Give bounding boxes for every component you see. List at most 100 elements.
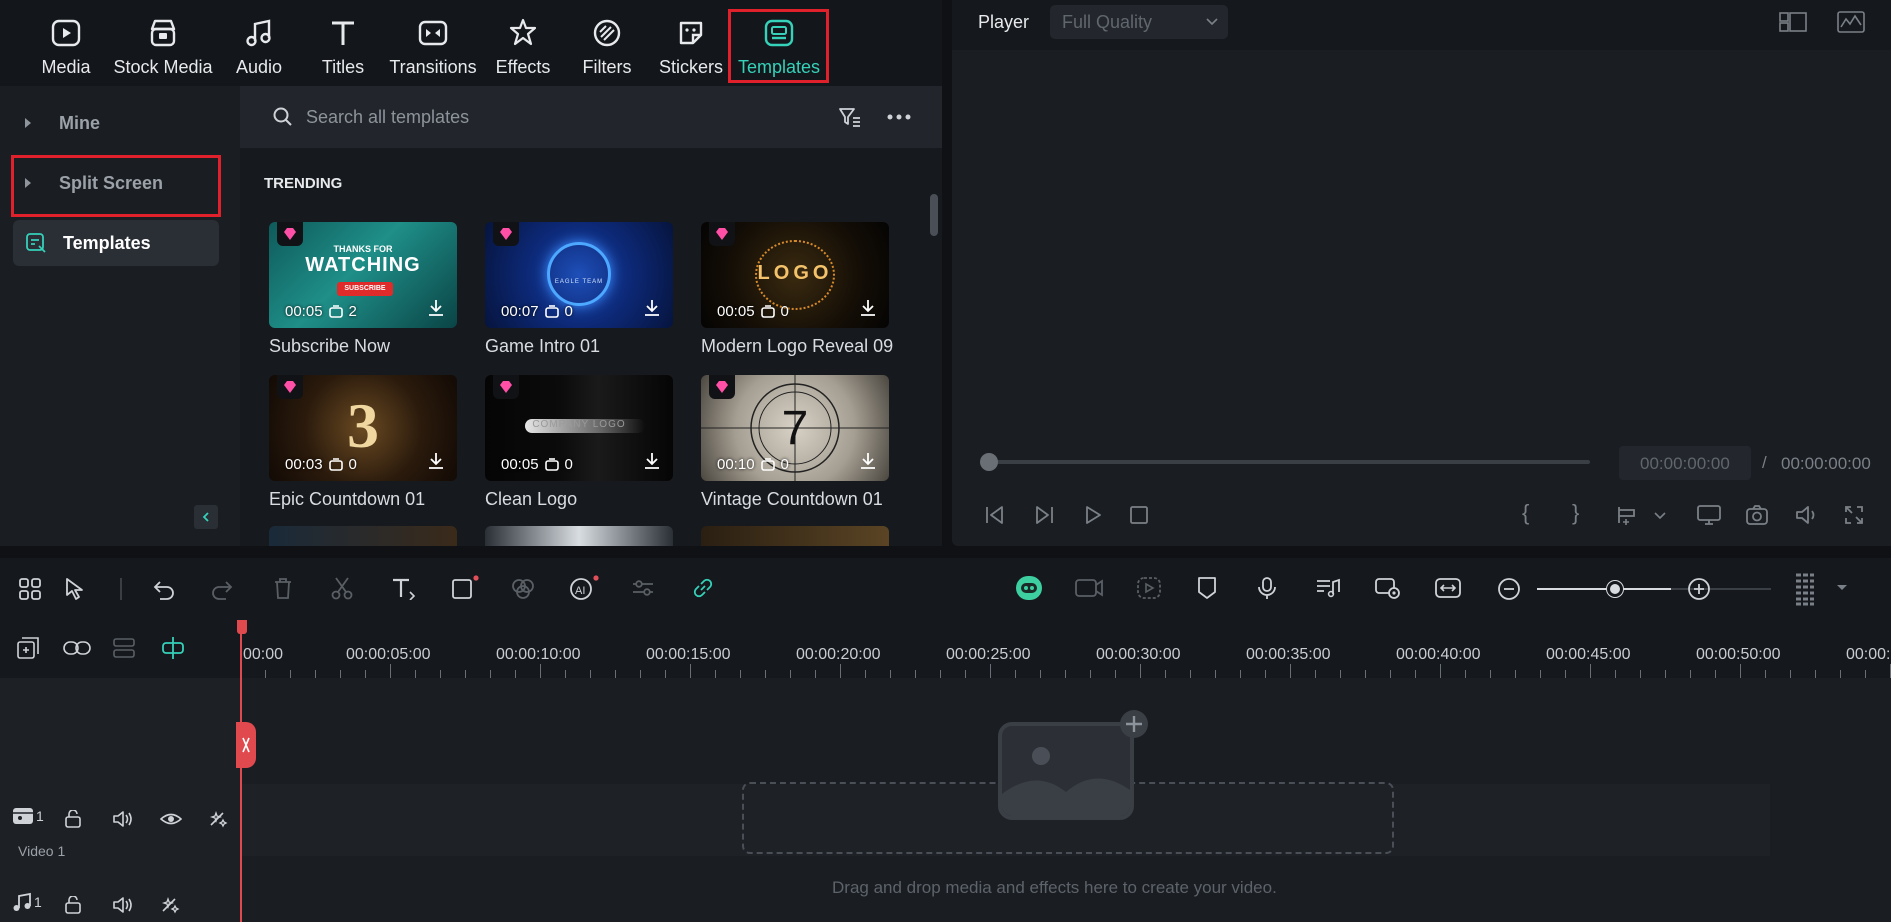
chevron-down-icon[interactable] (1836, 584, 1848, 592)
text-tool-icon[interactable] (390, 576, 418, 600)
tab-transitions[interactable]: Transitions (389, 0, 477, 86)
template-card-epic-countdown-01[interactable]: 3 00:03 0 Epic Countdown 01 (269, 375, 459, 510)
auto-reframe-icon[interactable] (1074, 576, 1104, 600)
redo-icon[interactable] (210, 578, 234, 600)
playhead-drag-handle[interactable] (236, 722, 256, 768)
motion-tracking-icon[interactable] (1136, 576, 1162, 600)
magnetic-snap-icon[interactable] (160, 636, 186, 660)
template-duration: 00:05 (285, 303, 323, 320)
sidebar-item-mine[interactable]: Mine (13, 100, 219, 146)
mark-in-icon[interactable]: { (1522, 500, 1529, 526)
download-icon[interactable] (643, 451, 661, 471)
track-height-icon[interactable] (1794, 572, 1816, 606)
fit-timeline-icon[interactable] (1434, 576, 1462, 600)
collapse-sidebar-button[interactable] (194, 505, 218, 529)
group-tracks-icon[interactable] (110, 636, 138, 660)
template-card-partial[interactable] (485, 526, 673, 546)
sidebar-item-split-screen[interactable]: Split Screen (13, 160, 219, 206)
zoom-slider-handle[interactable] (1607, 581, 1623, 597)
volume-icon[interactable] (1794, 504, 1820, 526)
search-input[interactable] (306, 104, 806, 130)
play-icon[interactable] (1082, 504, 1104, 526)
lock-track-icon[interactable] (64, 810, 82, 828)
zoom-slider-track[interactable] (1671, 588, 1771, 590)
template-card-game-intro-01[interactable]: EAGLE TEAM 00:07 0 Game Intro 01 (485, 222, 675, 357)
ruler-tick-label: 00:00:15:00 (646, 646, 731, 663)
marker-shield-icon[interactable] (1196, 576, 1218, 600)
tab-stickers-label: Stickers (658, 57, 723, 77)
tab-filters[interactable]: Filters (572, 0, 642, 86)
tab-effects[interactable]: Effects (488, 0, 558, 86)
crop-shape-icon[interactable] (450, 574, 480, 602)
zoom-out-icon[interactable] (1497, 577, 1521, 601)
quality-dropdown[interactable]: Full Quality (1050, 5, 1228, 39)
sidebar-item-templates[interactable]: Templates (13, 220, 219, 266)
template-card-subscribe-now[interactable]: THANKS FOR WATCHING SUBSCRIBE 00:05 2 Su… (269, 222, 459, 357)
template-card-partial[interactable] (269, 526, 457, 546)
next-frame-icon[interactable] (1033, 504, 1055, 526)
template-title: Epic Countdown 01 (269, 489, 426, 509)
layout-modules-icon[interactable] (18, 577, 42, 601)
tab-stickers[interactable]: Stickers (654, 0, 728, 86)
audio-ducking-icon[interactable] (1314, 576, 1342, 600)
tab-titles[interactable]: Titles (310, 0, 376, 86)
insert-clip-icon[interactable] (1616, 504, 1640, 526)
titles-icon (325, 15, 361, 51)
microphone-icon[interactable] (1256, 576, 1278, 600)
more-options-icon[interactable] (886, 113, 912, 121)
download-icon[interactable] (859, 298, 877, 318)
color-mix-icon[interactable] (510, 576, 536, 600)
waveform-monitor-icon[interactable] (1836, 10, 1866, 34)
previous-frame-icon[interactable] (984, 504, 1006, 526)
display-settings-icon[interactable] (1696, 504, 1722, 526)
playback-progress-bar[interactable] (990, 460, 1590, 464)
stop-icon[interactable] (1129, 505, 1149, 525)
snapshot-camera-icon[interactable] (1745, 504, 1769, 526)
layout-grid-icon[interactable] (1778, 10, 1808, 34)
zoom-slider-track-filled[interactable] (1537, 588, 1671, 590)
tab-filters-label: Filters (582, 57, 632, 77)
disable-ai-icon[interactable] (160, 896, 180, 914)
tab-media[interactable]: Media (30, 0, 102, 86)
split-scissors-icon[interactable] (330, 576, 354, 600)
template-card-vintage-countdown-01[interactable]: 7 00:10 0 Vintage Countdown 01 (701, 375, 891, 510)
current-time-field[interactable]: 00:00:00:00 (1619, 446, 1751, 480)
eye-visibility-icon[interactable] (160, 810, 182, 828)
svg-text:AI: AI (575, 585, 585, 597)
adjust-sliders-icon[interactable] (630, 576, 656, 600)
template-card-partial[interactable] (701, 526, 889, 546)
zoom-in-icon[interactable] (1687, 577, 1711, 601)
mute-track-icon[interactable] (112, 810, 134, 828)
filter-icon[interactable] (838, 106, 862, 128)
download-icon[interactable] (643, 298, 661, 318)
timeline-playhead-line[interactable] (240, 620, 242, 922)
undo-icon[interactable] (152, 578, 176, 600)
tab-templates[interactable]: Templates (732, 0, 826, 86)
thumbnail-text: COMPANY LOGO (532, 419, 626, 430)
mute-track-icon[interactable] (112, 896, 134, 914)
tab-stock-media[interactable]: Stock Media (110, 0, 216, 86)
library-scrollbar[interactable] (930, 194, 938, 236)
select-pointer-icon[interactable] (64, 577, 90, 601)
chevron-down-icon[interactable] (1654, 512, 1666, 520)
preview-render-icon[interactable] (1374, 576, 1402, 600)
link-chain-icon[interactable] (690, 576, 716, 600)
ai-copilot-icon[interactable] (1014, 572, 1044, 604)
template-card-clean-logo[interactable]: COMPANY LOGO 00:05 0 Clean Logo (485, 375, 675, 510)
mark-out-icon[interactable]: } (1572, 500, 1579, 526)
lock-track-icon[interactable] (64, 896, 82, 914)
download-icon[interactable] (427, 451, 445, 471)
playhead-handle[interactable] (980, 453, 998, 471)
link-clips-icon[interactable] (62, 636, 92, 660)
tab-audio[interactable]: Audio (226, 0, 292, 86)
timeline-playhead-top[interactable] (237, 620, 247, 634)
stickers-icon (673, 15, 709, 51)
download-icon[interactable] (427, 298, 445, 318)
download-icon[interactable] (859, 451, 877, 471)
disable-ai-icon[interactable] (208, 810, 228, 828)
fullscreen-icon[interactable] (1843, 504, 1865, 526)
template-card-modern-logo-reveal-09[interactable]: LOGO 00:05 0 Modern Logo Reveal 09 (701, 222, 893, 357)
delete-trash-icon[interactable] (272, 576, 294, 600)
ai-tools-icon[interactable]: AI (568, 574, 600, 602)
add-track-icon[interactable] (16, 636, 42, 660)
